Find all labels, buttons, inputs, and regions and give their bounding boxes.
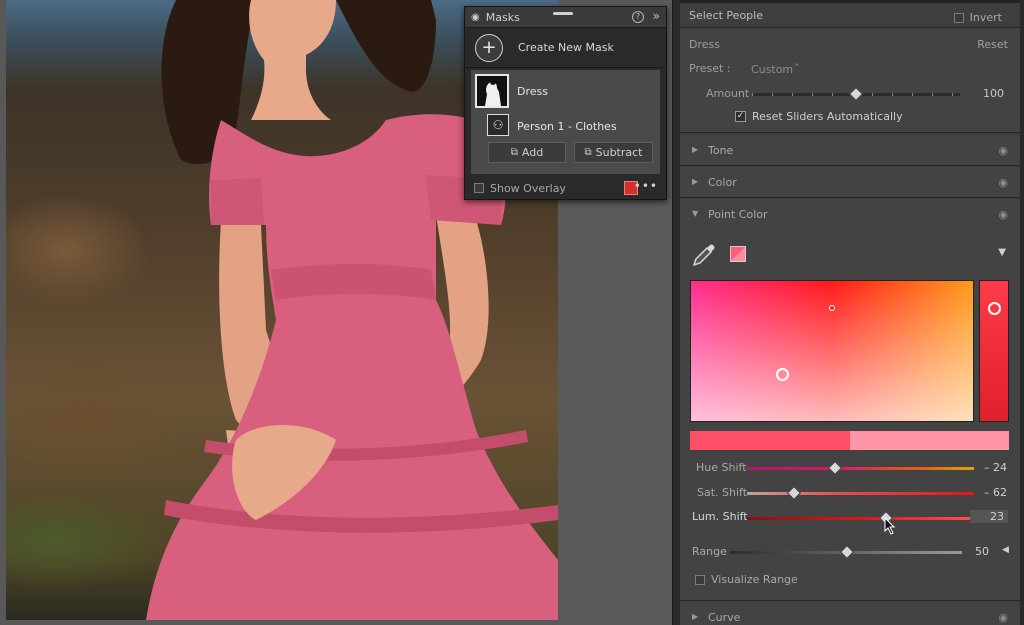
- select-people-label[interactable]: Select People: [689, 9, 763, 22]
- preset-label: Preset :: [689, 62, 731, 75]
- range-label: Range: [692, 545, 727, 558]
- reset-button[interactable]: Reset: [977, 38, 1008, 51]
- lum-shift-label: Lum. Shift: [692, 510, 748, 523]
- masks-panel: ◉ Masks ? » + Create New Mask Dress ⚇ Pe…: [464, 6, 667, 200]
- range-slider-thumb[interactable]: [839, 544, 855, 560]
- show-overlay-checkbox[interactable]: [474, 183, 484, 193]
- eye-icon[interactable]: ◉: [998, 208, 1008, 221]
- preset-dropdown[interactable]: Custom: [751, 63, 793, 76]
- reset-sliders-checkbox[interactable]: ✓: [735, 111, 746, 122]
- curve-section-label: Curve: [708, 611, 741, 624]
- triangle-right-icon: ▶: [692, 177, 699, 186]
- invert-toggle[interactable]: Invert: [953, 11, 1002, 24]
- person-icon[interactable]: ⚇: [487, 114, 509, 136]
- eyedropper-icon[interactable]: [690, 239, 720, 269]
- plus-icon: +: [475, 33, 503, 62]
- visualize-range-label: Visualize Range: [711, 573, 798, 586]
- hue-shift-value[interactable]: – 24: [967, 461, 1007, 474]
- show-overlay-row: Show Overlay •••: [465, 177, 666, 199]
- point-color-section-label[interactable]: Point Color: [708, 208, 768, 221]
- luminance-strip[interactable]: [979, 280, 1009, 422]
- visualize-range-checkbox[interactable]: [695, 574, 705, 585]
- color-compare-bar: [690, 431, 1009, 450]
- mask-adjustments-section: Dress Reset Preset : Custom ⌃ Amount 100…: [680, 28, 1020, 133]
- shifted-color-preview: [850, 431, 1009, 450]
- create-new-mask-button[interactable]: + Create New Mask: [465, 28, 666, 68]
- tone-section-label: Tone: [708, 144, 734, 157]
- masks-panel-title: Masks: [485, 10, 520, 24]
- visualize-range-toggle[interactable]: Visualize Range: [695, 573, 798, 586]
- create-new-mask-label: Create New Mask: [518, 41, 614, 54]
- hue-shift-thumb[interactable]: [827, 460, 843, 476]
- sat-shift-track[interactable]: [747, 492, 974, 495]
- invert-label: Invert: [969, 11, 1002, 24]
- eye-icon[interactable]: ◉: [998, 176, 1008, 189]
- range-expand-icon[interactable]: ◀: [1002, 545, 1009, 555]
- color-picker-field[interactable]: [690, 280, 974, 422]
- mask-section-title: Dress: [689, 38, 720, 51]
- triangle-right-icon: ▶: [692, 145, 699, 154]
- sat-shift-thumb[interactable]: [786, 485, 802, 501]
- subtract-mask-button[interactable]: ⧉ Subtract: [574, 142, 653, 163]
- invert-checkbox[interactable]: [953, 12, 964, 23]
- reset-sliders-toggle[interactable]: ✓ Reset Sliders Automatically: [735, 110, 903, 123]
- amount-value[interactable]: 100: [983, 87, 1004, 100]
- lum-shift-track[interactable]: [747, 517, 974, 520]
- triangle-down-icon[interactable]: ▼: [692, 209, 698, 218]
- add-icon: ⧉: [510, 147, 518, 158]
- mask-component-name[interactable]: Person 1 - Clothes: [517, 120, 617, 133]
- eye-icon[interactable]: ◉: [998, 144, 1008, 157]
- luminance-handle[interactable]: [988, 302, 1001, 315]
- color-section-label: Color: [708, 176, 737, 189]
- swatch-menu-arrow-icon[interactable]: ▼: [998, 247, 1006, 258]
- subtract-icon: ⧉: [584, 147, 592, 158]
- masks-panel-header[interactable]: ◉ Masks ? »: [465, 7, 666, 28]
- panel-scrollbar[interactable]: [1020, 0, 1024, 625]
- original-color-preview: [690, 431, 850, 450]
- drag-handle[interactable]: [553, 12, 573, 15]
- range-value[interactable]: 50: [949, 545, 989, 558]
- mask-settings-panel: Select People Invert Dress Reset Preset …: [680, 0, 1024, 625]
- more-options-icon[interactable]: •••: [634, 179, 658, 193]
- mask-item-dress[interactable]: Dress ⚇ Person 1 - Clothes ⧉ Add ⧉ Subtr…: [471, 70, 660, 174]
- add-mask-button[interactable]: ⧉ Add: [488, 142, 566, 163]
- mouse-cursor-icon: [884, 516, 896, 538]
- add-label: Add: [521, 146, 544, 159]
- mask-thumbnail[interactable]: [475, 74, 509, 108]
- amount-label: Amount: [706, 87, 750, 100]
- select-people-row: Select People Invert: [680, 0, 1020, 28]
- color-section-header[interactable]: ▶ Color ◉: [680, 167, 1020, 198]
- mask-name[interactable]: Dress: [517, 85, 548, 98]
- curve-section-header[interactable]: ▶ Curve ◉: [680, 602, 1020, 625]
- sat-shift-label: Sat. Shift: [697, 486, 748, 499]
- amount-slider-thumb[interactable]: [848, 86, 864, 102]
- reset-sliders-label: Reset Sliders Automatically: [752, 110, 903, 123]
- target-color-handle[interactable]: [776, 368, 789, 381]
- sampled-color-marker[interactable]: [829, 305, 835, 311]
- sat-shift-value[interactable]: – 62: [967, 486, 1007, 499]
- collapse-icon[interactable]: »: [653, 9, 660, 23]
- show-overlay-label: Show Overlay: [490, 181, 566, 195]
- lum-shift-value[interactable]: 23: [970, 510, 1008, 523]
- eye-icon[interactable]: ◉: [471, 12, 480, 23]
- tone-section-header[interactable]: ▶ Tone ◉: [680, 135, 1020, 166]
- subtract-label: Subtract: [595, 146, 643, 159]
- point-color-section: ▼ Point Color ◉ ▼ Hue Shift – 24 Sat. Sh…: [680, 199, 1020, 601]
- hue-shift-track[interactable]: [747, 467, 974, 470]
- preset-chevron-icon[interactable]: ⌃: [793, 63, 801, 73]
- panel-divider[interactable]: [672, 0, 680, 625]
- triangle-right-icon: ▶: [692, 612, 699, 621]
- help-icon[interactable]: ?: [632, 11, 644, 23]
- sampled-color-swatch[interactable]: [730, 246, 746, 262]
- hue-shift-label: Hue Shift: [696, 461, 747, 474]
- eye-icon[interactable]: ◉: [998, 611, 1008, 624]
